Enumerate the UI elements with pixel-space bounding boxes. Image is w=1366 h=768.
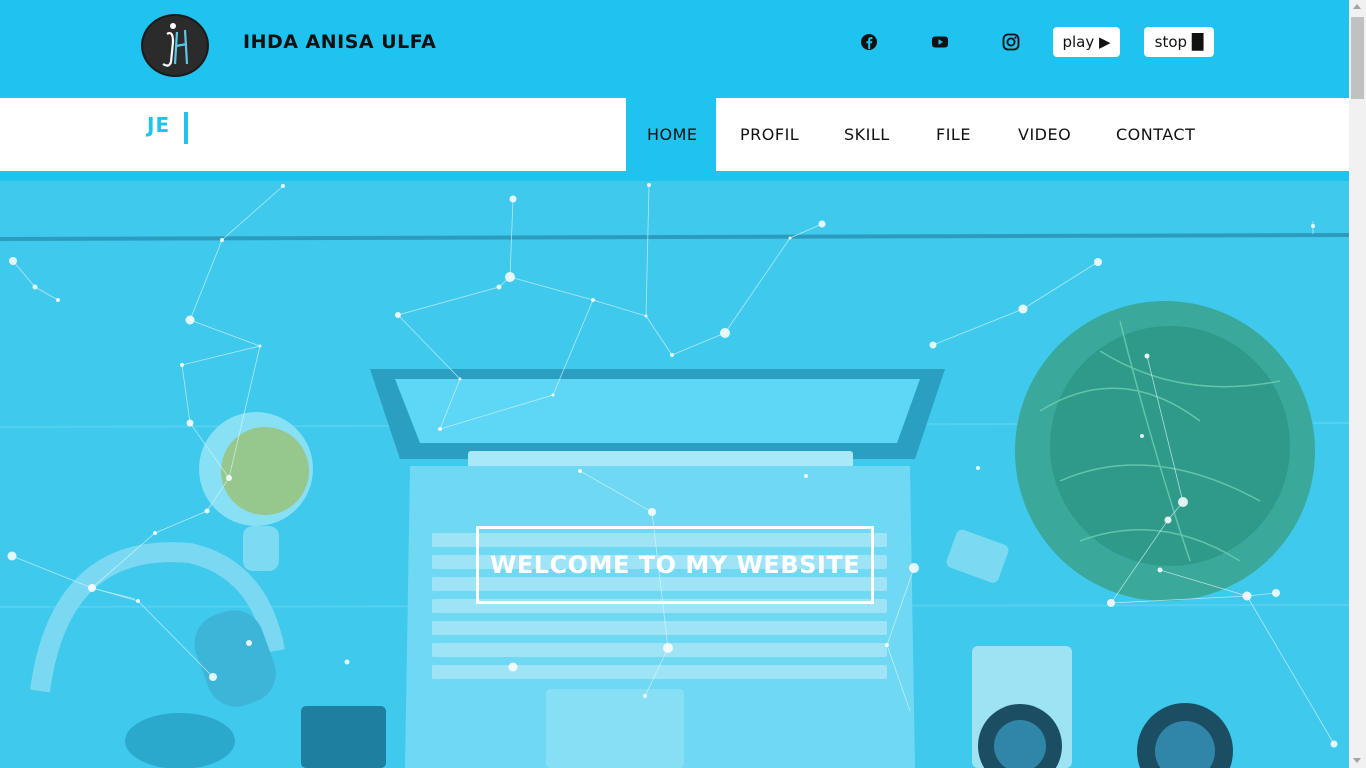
typing-caret — [184, 112, 188, 144]
facebook-icon[interactable] — [858, 31, 880, 53]
instagram-icon[interactable] — [1000, 31, 1022, 53]
typed-text: JE — [147, 113, 171, 137]
accent-strip — [0, 171, 1349, 181]
scrollbar-thumb[interactable] — [1351, 17, 1364, 99]
welcome-text: WELCOME TO MY WEBSITE — [489, 551, 861, 579]
scroll-up-arrow-icon[interactable] — [1353, 4, 1361, 9]
site-name: IHDA ANISA ULFA — [243, 31, 437, 53]
youtube-icon[interactable] — [929, 31, 951, 53]
nav-item-file[interactable]: FILE — [936, 125, 971, 144]
nav-item-skill[interactable]: SKILL — [844, 125, 890, 144]
welcome-banner: WELCOME TO MY WEBSITE — [476, 526, 874, 604]
page-scrollbar[interactable] — [1349, 0, 1366, 768]
nav-item-contact[interactable]: CONTACT — [1116, 125, 1195, 144]
hero-background-image — [0, 181, 1349, 768]
play-button[interactable]: play ▶ — [1053, 27, 1120, 57]
hero-section: WELCOME TO MY WEBSITE — [0, 181, 1349, 768]
nav-item-video[interactable]: VIDEO — [1018, 125, 1071, 144]
nav-item-home[interactable]: HOME — [647, 125, 698, 144]
scroll-down-arrow-icon[interactable] — [1353, 758, 1361, 763]
site-logo-icon[interactable] — [141, 14, 209, 77]
stop-button[interactable]: stop █ — [1144, 27, 1214, 57]
nav-item-profil[interactable]: PROFIL — [740, 125, 799, 144]
